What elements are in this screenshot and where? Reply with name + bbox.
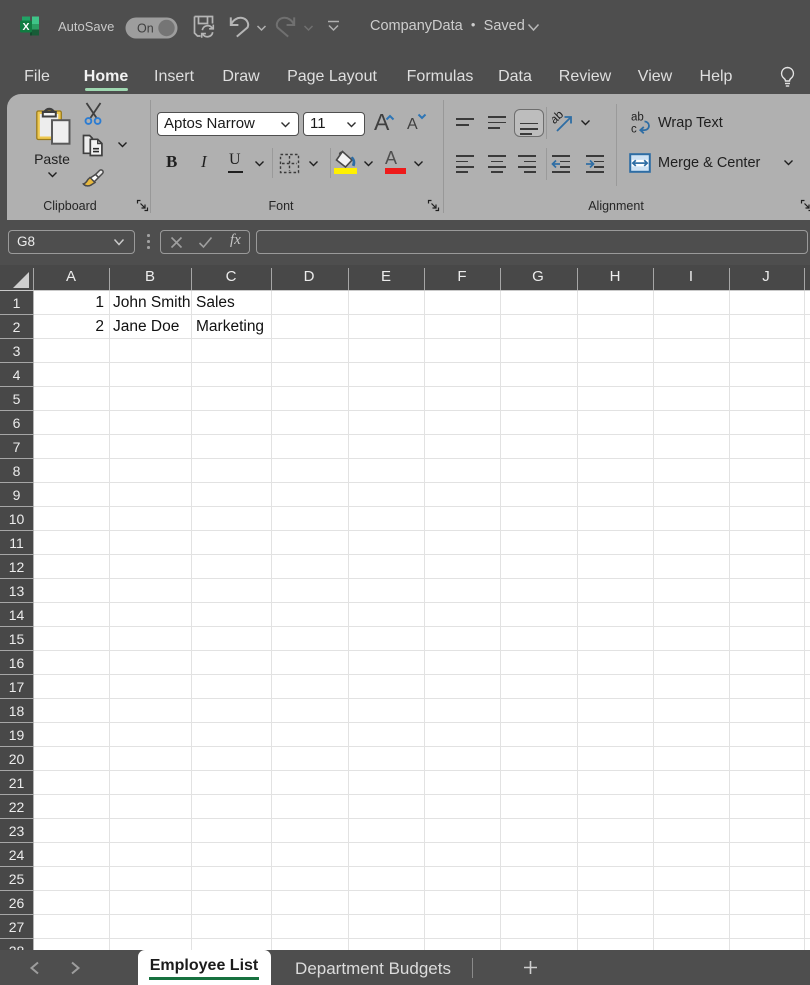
svg-text:X: X xyxy=(22,21,29,33)
svg-text:c: c xyxy=(631,124,637,135)
svg-text:On: On xyxy=(137,22,154,36)
svg-text:ab: ab xyxy=(631,112,644,124)
